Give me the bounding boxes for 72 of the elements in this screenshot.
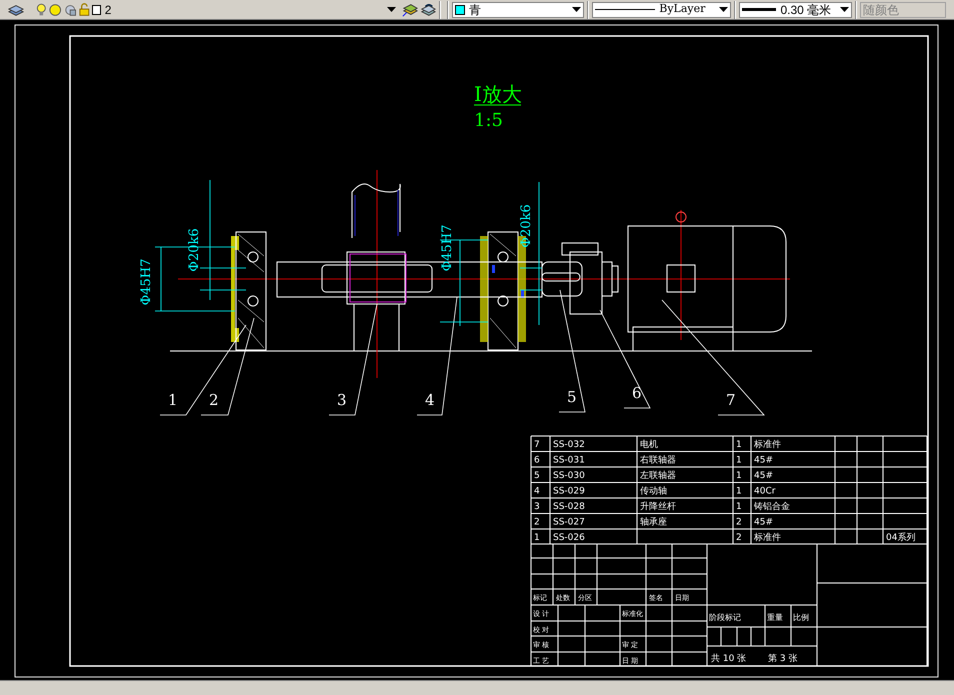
table-text: 标准件: [754, 533, 781, 543]
table-text: 7: [534, 440, 540, 450]
balloon-number: 6: [632, 384, 642, 402]
line-sample: [595, 9, 656, 10]
table-text: 6: [534, 456, 540, 466]
dimension-text: Φ20k6: [187, 228, 202, 272]
table-text: 3: [534, 502, 540, 512]
table-text: 1: [736, 471, 742, 481]
table-text: 1: [736, 456, 742, 466]
balloon-number: 3: [337, 391, 347, 409]
table-text: 第 3 张: [768, 654, 798, 664]
lock-icon[interactable]: [78, 2, 90, 16]
table-text: 04系列: [886, 533, 916, 543]
balloon-number: 2: [209, 391, 219, 409]
table-text: SS-031: [553, 456, 585, 466]
balloon-number: 4: [425, 391, 435, 409]
view-title: I放大: [474, 82, 522, 106]
table-text: SS-027: [553, 518, 585, 528]
balloon-number: 1: [168, 391, 178, 409]
table-text: 2: [736, 518, 742, 528]
lineweight-dropdown[interactable]: 0.30 毫米: [739, 2, 852, 18]
table-text: 共 10 张: [711, 654, 746, 664]
table-text: SS-026: [553, 533, 585, 543]
table-text: 升降丝杆: [640, 502, 676, 512]
table-text: 阶段标记: [709, 613, 741, 622]
table-text: SS-032: [553, 440, 585, 450]
dropdown-arrow-icon[interactable]: [387, 6, 396, 12]
layers-icon[interactable]: [8, 2, 24, 16]
table-text: 1: [736, 440, 742, 450]
viewport-icon[interactable]: [64, 2, 76, 16]
table-text: 铸铝合金: [754, 502, 790, 512]
table-text: SS-028: [553, 502, 585, 512]
balloon-number: 5: [567, 388, 577, 406]
table-text: 轴承座: [640, 518, 667, 528]
color-swatch: [455, 4, 466, 14]
table-text: 40Cr: [754, 486, 776, 496]
table-text: SS-030: [553, 471, 585, 481]
table-text: 电机: [640, 440, 658, 450]
dimension-text: Φ20k6: [519, 204, 534, 248]
table-text: 5: [534, 471, 540, 481]
dimension-text: Φ45H7: [139, 258, 154, 306]
dropdown-arrow-icon[interactable]: [719, 6, 728, 12]
table-text: 比例: [793, 613, 809, 622]
table-text: 1: [534, 533, 540, 543]
balloon-number: 7: [726, 391, 736, 409]
table-text: 45#: [754, 456, 773, 466]
table-text: 45#: [754, 471, 773, 481]
dropdown-arrow-icon[interactable]: [572, 6, 582, 12]
layers-arrow-icon[interactable]: [402, 2, 418, 18]
table-text: 1: [736, 502, 742, 512]
color-swatch: [92, 4, 101, 14]
sun-icon[interactable]: [49, 2, 62, 16]
table-text: 标准件: [754, 440, 781, 450]
layers-undo-icon[interactable]: [420, 2, 436, 18]
table-text: 4: [534, 486, 540, 496]
dropdown-arrow-icon[interactable]: [840, 6, 850, 12]
linetype-dropdown[interactable]: ByLayer: [592, 2, 732, 18]
table-text: 45#: [754, 518, 773, 528]
color-dropdown[interactable]: 青: [452, 2, 584, 18]
table-text: 左联轴器: [640, 471, 676, 481]
table-text: 传动轴: [640, 486, 667, 496]
table-text: 1: [736, 486, 742, 496]
table-text: 右联轴器: [640, 456, 676, 466]
view-scale: 1:5: [474, 110, 503, 131]
layer-name[interactable]: 2: [104, 0, 388, 18]
table-text: 重量: [767, 613, 783, 622]
line-sample: [742, 8, 776, 11]
table-text: 2: [736, 533, 742, 543]
table-text: SS-029: [553, 486, 585, 496]
lightbulb-icon[interactable]: [36, 2, 48, 16]
dimension-text: Φ45H7: [440, 224, 455, 272]
table-text: 2: [534, 518, 540, 528]
